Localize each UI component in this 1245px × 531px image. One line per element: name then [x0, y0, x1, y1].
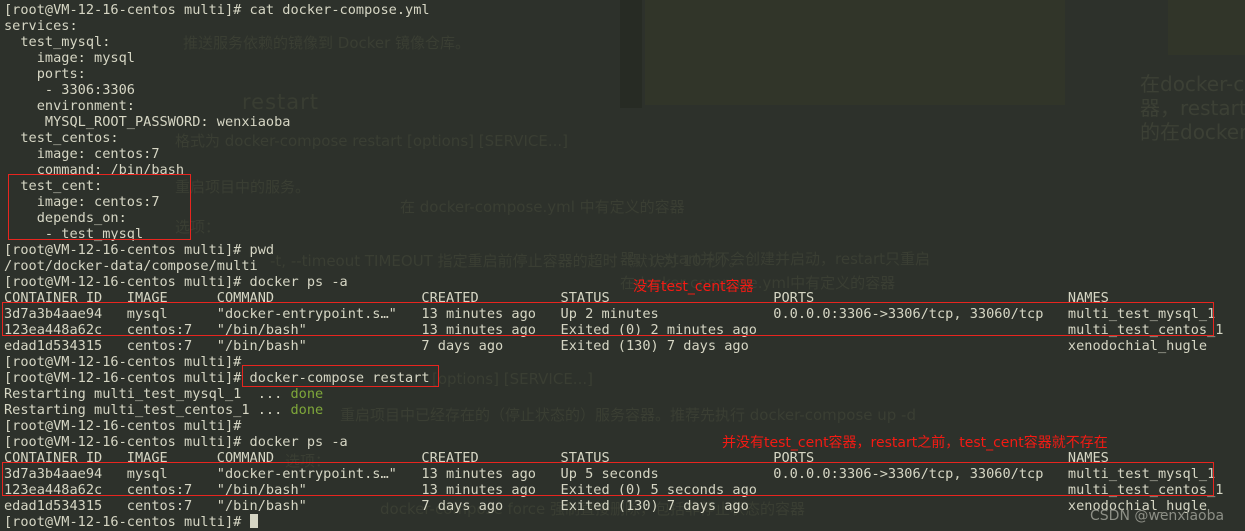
docker-compose-restart-cmd-box	[242, 365, 439, 387]
terminal-line-26: [root@VM-12-16-centos multi]#	[4, 418, 241, 434]
terminal-line-32: [root@VM-12-16-centos multi]#	[4, 514, 258, 530]
csdn-watermark: CSDN @wenxiaoba	[1090, 508, 1225, 524]
terminal-line-text: - 3306:3306	[4, 82, 135, 98]
terminal-line-7: MYSQL_ROOT_PASSWORD: wenxiaoba	[4, 114, 291, 130]
terminal-line-text: environment:	[4, 98, 135, 114]
terminal-line-text: test_centos:	[4, 130, 119, 146]
terminal-status-done: done	[290, 386, 324, 402]
terminal-line-text: [root@VM-12-16-centos multi]# cat docker…	[4, 2, 430, 18]
terminal-line-24: Restarting multi_test_mysql_1 ... done	[4, 386, 323, 402]
terminal-line-text: Restarting multi_test_mysql_1 ...	[4, 386, 291, 402]
terminal-line-text: Restarting multi_test_centos_1 ...	[4, 402, 291, 418]
terminal-line-text: edad1d534315 centos:7 "/bin/bash" 7 days…	[4, 498, 1208, 514]
docker-ps-after-rows-box	[2, 462, 1214, 496]
terminal-line-text: [root@VM-12-16-centos multi]#	[4, 354, 242, 370]
terminal-line-4: ports:	[4, 66, 86, 82]
terminal-line-21: edad1d534315 centos:7 "/bin/bash" 7 days…	[4, 338, 1207, 354]
terminal-line-text: ports:	[4, 66, 86, 82]
terminal-line-text: /root/docker-data/compose/multi	[4, 258, 258, 274]
terminal-line-6: environment:	[4, 98, 135, 114]
terminal-line-text: MYSQL_ROOT_PASSWORD: wenxiaoba	[4, 114, 291, 130]
terminal-line-text: [root@VM-12-16-centos multi]# pwd	[4, 242, 275, 258]
terminal-line-17: [root@VM-12-16-centos multi]# docker ps …	[4, 274, 348, 290]
terminal-line-16: /root/docker-data/compose/multi	[4, 258, 258, 274]
terminal-line-0: [root@VM-12-16-centos multi]# cat docker…	[4, 2, 430, 18]
terminal-line-text: edad1d534315 centos:7 "/bin/bash" 7 days…	[4, 338, 1208, 354]
terminal-line-text: [root@VM-12-16-centos multi]#	[4, 418, 242, 434]
terminal-line-8: test_centos:	[4, 130, 119, 146]
terminal-line-text: test_mysql:	[4, 34, 111, 50]
terminal-status-done: done	[290, 402, 324, 418]
docker-ps-before-rows-box	[2, 302, 1214, 336]
terminal-line-text: image: mysql	[4, 50, 135, 66]
terminal-line-27: [root@VM-12-16-centos multi]# docker ps …	[4, 434, 348, 450]
terminal-line-15: [root@VM-12-16-centos multi]# pwd	[4, 242, 274, 258]
terminal-line-1: services:	[4, 18, 78, 34]
terminal-line-22: [root@VM-12-16-centos multi]#	[4, 354, 241, 370]
terminal-cursor	[249, 514, 258, 528]
terminal-line-text: [root@VM-12-16-centos multi]# docker ps …	[4, 274, 348, 290]
annotation-test-cent-never-existed: 并没有test_cent容器，restart之前，test_cent容器就不存在	[722, 435, 1108, 451]
terminal-line-5: - 3306:3306	[4, 82, 135, 98]
terminal-line-text: image: centos:7	[4, 146, 160, 162]
terminal-line-25: Restarting multi_test_centos_1 ... done	[4, 402, 323, 418]
terminal-screenshot: 推送服务依赖的镜像到 Docker 镜像仓库。 restart 格式为 docker…	[0, 0, 1245, 531]
annotation-no-test-cent-container: 没有test_cent容器	[633, 279, 754, 295]
terminal-line-text: [root@VM-12-16-centos multi]#	[4, 514, 250, 530]
terminal-line-2: test_mysql:	[4, 34, 110, 50]
terminal-line-31: edad1d534315 centos:7 "/bin/bash" 7 days…	[4, 498, 1207, 514]
terminal-line-text: [root@VM-12-16-centos multi]# docker ps …	[4, 434, 348, 450]
compose-test-cent-service-box	[8, 174, 191, 240]
terminal-line-text: services:	[4, 18, 78, 34]
terminal-line-9: image: centos:7	[4, 146, 160, 162]
terminal-line-3: image: mysql	[4, 50, 135, 66]
